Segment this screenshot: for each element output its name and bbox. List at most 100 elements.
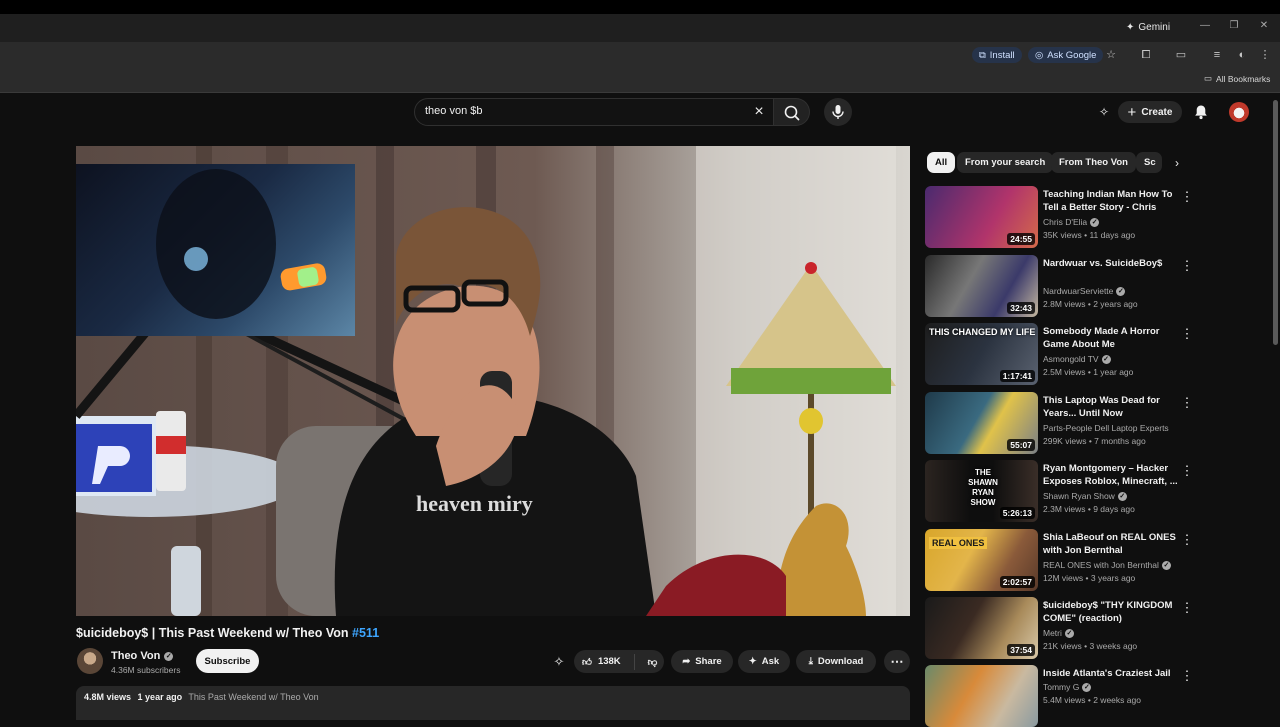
chevron-right-icon[interactable]: › — [1168, 154, 1186, 172]
more-vert-icon[interactable]: ⋮ — [1257, 47, 1273, 63]
like-button[interactable]: 👍︎ 138K — [582, 656, 621, 668]
video-player[interactable]: heaven miry — [76, 146, 910, 616]
rec-title[interactable]: $uicideboy$ "THY KINGDOM COME" (reaction… — [1043, 599, 1179, 625]
cast-icon[interactable]: ▭ — [1173, 47, 1189, 63]
rec-channel[interactable]: Metri ✓ — [1043, 628, 1074, 638]
media-icon[interactable]: ≡ — [1209, 47, 1225, 63]
more-actions-button[interactable]: ⋯ — [884, 650, 910, 673]
recommendation-item[interactable]: 37:54 $uicideboy$ "THY KINGDOM COME" (re… — [925, 597, 1195, 659]
recommendation-item[interactable]: 55:07 This Laptop Was Dead for Years... … — [925, 392, 1195, 454]
rec-title[interactable]: Teaching Indian Man How To Tell a Better… — [1043, 188, 1179, 214]
duration-badge: 55:07 — [1007, 439, 1035, 451]
chip-truncated[interactable]: Sc — [1136, 152, 1162, 173]
video-thumbnail[interactable]: 32:43 — [925, 255, 1038, 317]
dislike-button[interactable]: 👎︎ — [648, 656, 658, 668]
ask-label: Ask — [761, 656, 780, 667]
description-box[interactable]: 4.8M views 1 year ago This Past Weekend … — [76, 686, 910, 720]
clear-search-icon[interactable]: × — [750, 103, 768, 121]
download-button[interactable]: ⤓ Download — [796, 650, 876, 673]
rec-title[interactable]: Nardwuar vs. SuicideBoy$ — [1043, 257, 1179, 270]
channel-avatar[interactable] — [77, 648, 103, 674]
ai-summary-icon[interactable]: ✧ — [550, 653, 568, 671]
rec-channel[interactable]: Parts-People Dell Laptop Experts — [1043, 423, 1169, 433]
video-thumbnail[interactable] — [925, 665, 1038, 727]
rec-channel[interactable]: Asmongold TV ✓ — [1043, 354, 1111, 364]
search-button[interactable] — [774, 98, 810, 126]
more-vert-icon[interactable]: ⋮ — [1180, 394, 1194, 412]
voice-search-button[interactable] — [824, 98, 852, 126]
ask-google-button[interactable]: ◎ Ask Google — [1028, 47, 1104, 63]
thumbs-down-icon: 👎︎ — [647, 656, 658, 668]
duration-badge: 32:43 — [1007, 302, 1035, 314]
more-vert-icon[interactable]: ⋮ — [1180, 325, 1194, 343]
subscribe-button[interactable]: Subscribe — [196, 649, 259, 673]
rec-channel[interactable]: Chris D'Elia ✓ — [1043, 217, 1100, 227]
install-label: Install — [989, 49, 1015, 61]
tab-strip — [0, 14, 1280, 42]
chip-from-your-search[interactable]: From your search — [957, 152, 1054, 173]
rec-channel-text: Shawn Ryan Show — [1043, 491, 1115, 501]
more-vert-icon[interactable]: ⋮ — [1180, 188, 1194, 206]
chip-from-theo-von[interactable]: From Theo Von — [1051, 152, 1136, 173]
verified-check-icon: ✓ — [1101, 354, 1111, 364]
duration-badge: 24:55 — [1007, 233, 1035, 245]
more-vert-icon[interactable]: ⋮ — [1180, 257, 1194, 275]
rec-channel[interactable]: Shawn Ryan Show ✓ — [1043, 491, 1127, 501]
video-thumbnail[interactable]: 37:54 — [925, 597, 1038, 659]
video-thumbnail[interactable]: 55:07 — [925, 392, 1038, 454]
rec-title[interactable]: Shia LaBeouf on REAL ONES with Jon Bernt… — [1043, 531, 1179, 557]
more-vert-icon[interactable]: ⋮ — [1180, 462, 1194, 480]
create-button[interactable]: + Create — [1118, 101, 1182, 123]
video-thumbnail[interactable]: THIS CHANGED MY LIFE 1:17:41 — [925, 323, 1038, 385]
ai-sparkle-icon[interactable]: ✧ — [1096, 104, 1112, 120]
video-thumbnail[interactable]: REAL ONES 2:02:57 — [925, 529, 1038, 591]
restore-icon[interactable]: ❐ — [1226, 18, 1242, 34]
video-thumbnail[interactable]: 24:55 — [925, 186, 1038, 248]
more-vert-icon[interactable]: ⋮ — [1180, 667, 1194, 685]
recommendation-item[interactable]: 32:43 Nardwuar vs. SuicideBoy$ NardwuarS… — [925, 255, 1195, 317]
chip-all[interactable]: All — [927, 152, 956, 173]
rec-meta: 299K views • 7 months ago — [1043, 436, 1146, 446]
extensions-icon[interactable]: ⧠ — [1138, 47, 1154, 63]
ask-google-label: Ask Google — [1047, 49, 1097, 61]
notifications-bell-icon[interactable] — [1192, 103, 1210, 121]
rec-channel[interactable]: REAL ONES with Jon Bernthal ✓ — [1043, 560, 1171, 570]
account-avatar[interactable] — [1229, 102, 1249, 122]
ask-button[interactable]: ✦ Ask — [738, 650, 790, 673]
install-button[interactable]: ⧉ Install — [972, 47, 1022, 63]
recommendation-item[interactable]: 24:55 Teaching Indian Man How To Tell a … — [925, 186, 1195, 248]
recommendation-item[interactable]: THE SHAWN RYAN SHOW 5:26:13 Ryan Montgom… — [925, 460, 1195, 522]
video-thumbnail[interactable]: THE SHAWN RYAN SHOW 5:26:13 — [925, 460, 1038, 522]
rec-channel-text: Tommy G — [1043, 682, 1080, 692]
verified-check-icon: ✓ — [1064, 628, 1074, 638]
share-button[interactable]: ➦ Share — [671, 650, 733, 673]
episode-hashtag-link[interactable]: #511 — [352, 626, 379, 640]
recommendation-item[interactable]: THIS CHANGED MY LIFE 1:17:41 Somebody Ma… — [925, 323, 1195, 385]
recommendation-item[interactable]: Inside Atlanta's Craziest Jail Tommy G ✓ … — [925, 665, 1195, 727]
rec-title[interactable]: Inside Atlanta's Craziest Jail — [1043, 667, 1179, 680]
rec-title[interactable]: Ryan Montgomery – Hacker Exposes Roblox,… — [1043, 462, 1179, 488]
close-window-icon[interactable]: ✕ — [1256, 18, 1272, 34]
search-input[interactable] — [425, 105, 745, 117]
more-vert-icon[interactable]: ⋮ — [1180, 599, 1194, 617]
rec-meta: 35K views • 11 days ago — [1043, 230, 1136, 240]
all-bookmarks-label: All Bookmarks — [1216, 73, 1271, 84]
recommendation-item[interactable]: REAL ONES 2:02:57 Shia LaBeouf on REAL O… — [925, 529, 1195, 591]
more-vert-icon[interactable]: ⋮ — [1180, 531, 1194, 549]
profile-icon[interactable]: ◐ — [1234, 47, 1250, 63]
star-icon[interactable]: ☆ — [1103, 47, 1119, 63]
minimize-icon[interactable]: — — [1197, 18, 1213, 34]
download-label: Download — [817, 656, 864, 667]
search-box — [414, 98, 774, 126]
scrollbar-thumb[interactable] — [1273, 100, 1278, 345]
rec-title[interactable]: Somebody Made A Horror Game About Me — [1043, 325, 1179, 351]
rec-channel[interactable]: NardwuarServiette ✓ — [1043, 286, 1126, 296]
create-label: Create — [1141, 106, 1173, 118]
channel-name[interactable]: Theo Von ✓ — [111, 650, 174, 662]
like-divider — [633, 653, 635, 670]
rec-channel[interactable]: Tommy G ✓ — [1043, 682, 1092, 692]
rec-title[interactable]: This Laptop Was Dead for Years... Until … — [1043, 394, 1179, 420]
all-bookmarks-button[interactable]: ▭ All Bookmarks — [1204, 73, 1270, 84]
gemini-button[interactable]: ✦ Gemini — [1120, 18, 1176, 36]
bookmarks-bar — [0, 68, 1280, 93]
